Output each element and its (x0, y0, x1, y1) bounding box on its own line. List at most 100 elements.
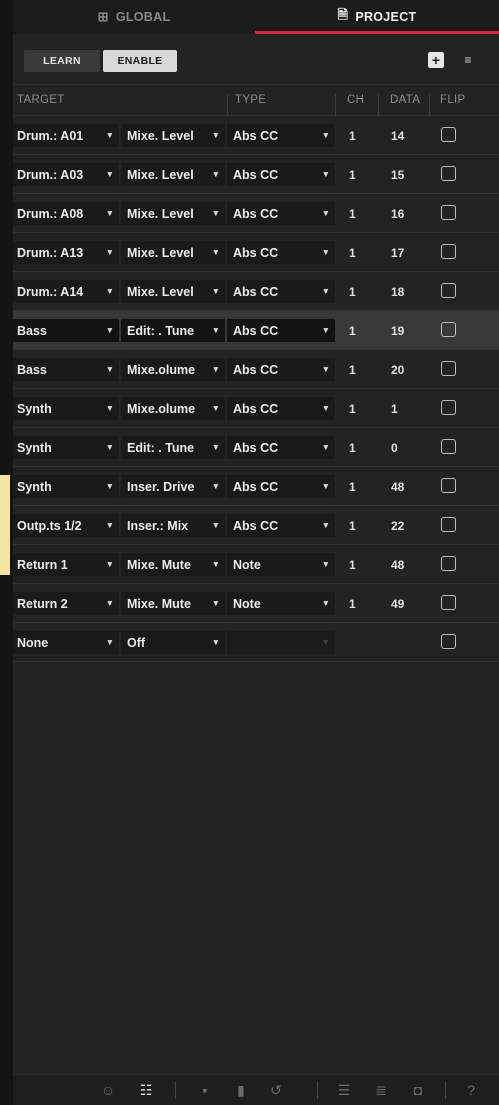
target-select[interactable]: Outp.ts 1/2 ▼ (13, 514, 119, 537)
type-select[interactable]: Abs CC ▼ (227, 397, 335, 420)
flip-checkbox[interactable] (441, 322, 456, 337)
target-select[interactable]: Synth ▼ (13, 475, 119, 498)
parameter-select[interactable]: Off ▼ (121, 631, 225, 654)
channel-value[interactable]: 1 (349, 441, 356, 455)
data-value[interactable]: 17 (391, 246, 404, 260)
type-select[interactable]: Abs CC ▼ (227, 436, 335, 459)
channel-value[interactable]: 1 (349, 285, 356, 299)
flip-checkbox[interactable] (441, 244, 456, 259)
mapping-row[interactable]: Bass ▼ Mixe.olume ▼ Abs CC ▼ 1 20 (13, 350, 499, 389)
list-view-icon[interactable]: ☰ (335, 1081, 353, 1099)
flip-checkbox[interactable] (441, 439, 456, 454)
browser-icon[interactable]: ≣ (372, 1081, 390, 1099)
parameter-select[interactable]: Mixe.olume ▼ (121, 358, 225, 381)
mapping-row[interactable]: Return 2 ▼ Mixe. Mute ▼ Note ▼ 1 49 (13, 584, 499, 623)
add-icon[interactable]: + (428, 52, 444, 68)
data-value[interactable]: 48 (391, 558, 404, 572)
parameter-select[interactable]: Inser. Drive ▼ (121, 475, 225, 498)
type-select[interactable]: Abs CC ▼ (227, 280, 335, 303)
help-icon[interactable]: ? (462, 1081, 480, 1099)
type-select[interactable]: Abs CC ▼ (227, 475, 335, 498)
type-select[interactable]: Note ▼ (227, 592, 335, 615)
data-value[interactable]: 14 (391, 129, 404, 143)
target-select[interactable]: Bass ▼ (13, 358, 119, 381)
flip-checkbox[interactable] (441, 634, 456, 649)
flip-checkbox[interactable] (441, 556, 456, 571)
mapping-row[interactable]: Synth ▼ Mixe.olume ▼ Abs CC ▼ 1 1 (13, 389, 499, 428)
mapping-row[interactable]: Drum.: A08 ▼ Mixe. Level ▼ Abs CC ▼ 1 16 (13, 194, 499, 233)
parameter-select[interactable]: Mixe. Mute ▼ (121, 592, 225, 615)
data-value[interactable]: 19 (391, 324, 404, 338)
channel-value[interactable]: 1 (349, 246, 356, 260)
channel-value[interactable]: 1 (349, 324, 356, 338)
mapping-row[interactable]: None ▼ Off ▼ ▼ (13, 623, 499, 662)
type-select[interactable]: Abs CC ▼ (227, 124, 335, 147)
type-select[interactable]: Abs CC ▼ (227, 358, 335, 381)
data-value[interactable]: 18 (391, 285, 404, 299)
parameter-select[interactable]: Mixe. Level ▼ (121, 163, 225, 186)
mapping-row[interactable]: Bass ▼ Edit: . Tune ▼ Abs CC ▼ 1 19 (13, 311, 499, 350)
target-select[interactable]: Drum.: A13 ▼ (13, 241, 119, 264)
type-select[interactable]: Abs CC ▼ (227, 514, 335, 537)
channel-value[interactable]: 1 (349, 402, 356, 416)
target-select[interactable]: Synth ▼ (13, 436, 119, 459)
channel-value[interactable]: 1 (349, 363, 356, 377)
mapping-row[interactable]: Return 1 ▼ Mixe. Mute ▼ Note ▼ 1 48 (13, 545, 499, 584)
mapping-row[interactable]: Synth ▼ Inser. Drive ▼ Abs CC ▼ 1 48 (13, 467, 499, 506)
mapping-row[interactable]: Drum.: A01 ▼ Mixe. Level ▼ Abs CC ▼ 1 14 (13, 116, 499, 155)
type-select[interactable]: Abs CC ▼ (227, 202, 335, 225)
data-value[interactable]: 48 (391, 480, 404, 494)
flip-checkbox[interactable] (441, 205, 456, 220)
mapping-row[interactable]: Drum.: A03 ▼ Mixe. Level ▼ Abs CC ▼ 1 15 (13, 155, 499, 194)
history-icon[interactable]: ↺ (267, 1081, 285, 1099)
parameter-select[interactable]: Edit: . Tune ▼ (121, 319, 225, 342)
sort-icon[interactable]: ≡ (460, 52, 476, 68)
file-icon[interactable]: ▪ (196, 1081, 214, 1099)
parameter-select[interactable]: Mixe. Mute ▼ (121, 553, 225, 576)
parameter-select[interactable]: Mixe. Level ▼ (121, 280, 225, 303)
mapping-row[interactable]: Drum.: A14 ▼ Mixe. Level ▼ Abs CC ▼ 1 18 (13, 272, 499, 311)
flip-checkbox[interactable] (441, 595, 456, 610)
target-select[interactable]: None ▼ (13, 631, 119, 654)
learn-button[interactable]: LEARN (24, 50, 100, 72)
flip-checkbox[interactable] (441, 127, 456, 142)
parameter-select[interactable]: Mixe. Level ▼ (121, 124, 225, 147)
type-select[interactable]: ▼ (227, 631, 335, 654)
target-select[interactable]: Return 2 ▼ (13, 592, 119, 615)
flip-checkbox[interactable] (441, 400, 456, 415)
data-value[interactable]: 20 (391, 363, 404, 377)
parameter-select[interactable]: Inser.: Mix ▼ (121, 514, 225, 537)
channel-value[interactable]: 1 (349, 129, 356, 143)
parameter-select[interactable]: Mixe. Level ▼ (121, 202, 225, 225)
channel-value[interactable]: 1 (349, 597, 356, 611)
smiley-icon[interactable]: ☺ (99, 1081, 117, 1099)
data-value[interactable]: 22 (391, 519, 404, 533)
channel-value[interactable]: 1 (349, 168, 356, 182)
mapping-row[interactable]: Synth ▼ Edit: . Tune ▼ Abs CC ▼ 1 0 (13, 428, 499, 467)
target-select[interactable]: Drum.: A08 ▼ (13, 202, 119, 225)
mapping-row[interactable]: Drum.: A13 ▼ Mixe. Level ▼ Abs CC ▼ 1 17 (13, 233, 499, 272)
flip-checkbox[interactable] (441, 166, 456, 181)
target-select[interactable]: Synth ▼ (13, 397, 119, 420)
type-select[interactable]: Note ▼ (227, 553, 335, 576)
channel-strip-icon[interactable]: ▮ (232, 1081, 250, 1099)
target-select[interactable]: Bass ▼ (13, 319, 119, 342)
channel-value[interactable]: 1 (349, 519, 356, 533)
flip-checkbox[interactable] (441, 361, 456, 376)
channel-value[interactable]: 1 (349, 480, 356, 494)
target-select[interactable]: Return 1 ▼ (13, 553, 119, 576)
data-value[interactable]: 15 (391, 168, 404, 182)
channel-value[interactable]: 1 (349, 558, 356, 572)
enable-button[interactable]: ENABLE (103, 50, 177, 72)
target-select[interactable]: Drum.: A03 ▼ (13, 163, 119, 186)
mixer-icon[interactable]: ☷ (137, 1081, 155, 1099)
target-select[interactable]: Drum.: A14 ▼ (13, 280, 119, 303)
type-select[interactable]: Abs CC ▼ (227, 163, 335, 186)
sampler-icon[interactable]: ◘ (409, 1081, 427, 1099)
data-value[interactable]: 16 (391, 207, 404, 221)
parameter-select[interactable]: Edit: . Tune ▼ (121, 436, 225, 459)
mapping-row[interactable]: Outp.ts 1/2 ▼ Inser.: Mix ▼ Abs CC ▼ 1 22 (13, 506, 499, 545)
data-value[interactable]: 0 (391, 441, 398, 455)
parameter-select[interactable]: Mixe.olume ▼ (121, 397, 225, 420)
flip-checkbox[interactable] (441, 478, 456, 493)
